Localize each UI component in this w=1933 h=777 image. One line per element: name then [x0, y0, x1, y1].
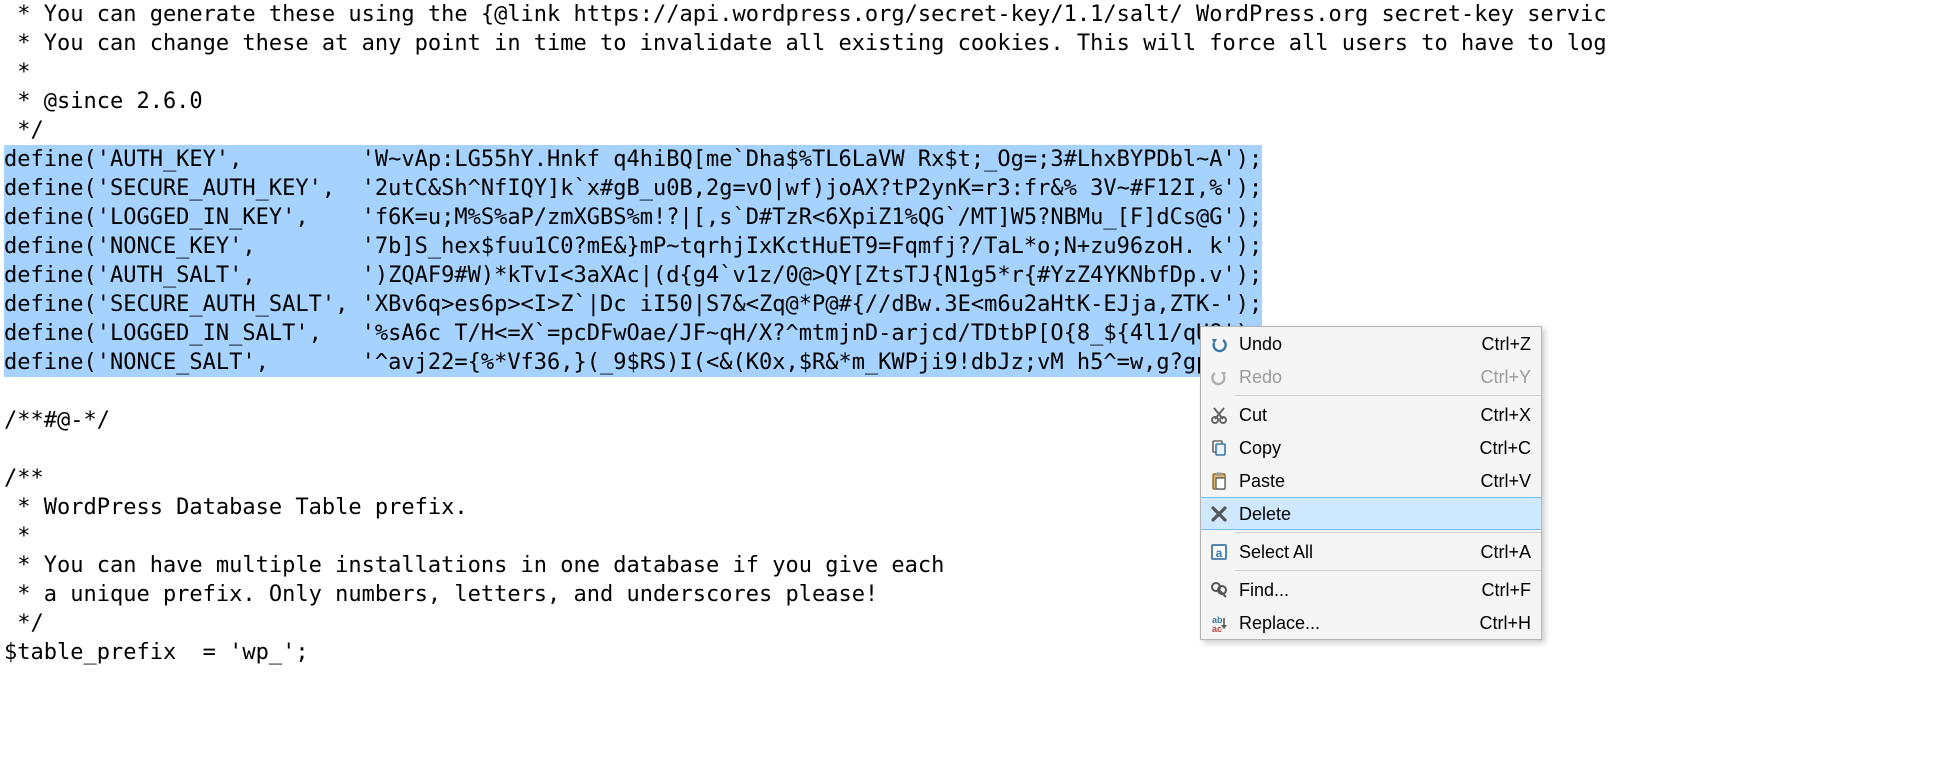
context-menu-label: Redo	[1239, 366, 1472, 388]
undo-icon	[1207, 332, 1231, 356]
code-line-selected[interactable]: define('AUTH_SALT', ')ZQAF9#W)*kTvI<3aXA…	[0, 261, 1933, 290]
code-line-selected[interactable]: define('SECURE_AUTH_SALT', 'XBv6q>es6p><…	[0, 290, 1933, 319]
context-menu-separator	[1235, 395, 1541, 396]
code-line[interactable]: $table_prefix = 'wp_';	[0, 638, 1933, 667]
context-menu-label: Replace...	[1239, 612, 1471, 634]
context-menu-shortcut: Ctrl+C	[1479, 437, 1531, 459]
context-menu-item-paste[interactable]: Paste Ctrl+V	[1201, 464, 1541, 497]
context-menu-label: Select All	[1239, 541, 1472, 563]
context-menu-label: Undo	[1239, 333, 1474, 355]
code-line-selected[interactable]: define('NONCE_SALT', '^avj22={%*Vf36,}(_…	[0, 348, 1933, 377]
code-line[interactable]: * WordPress Database Table prefix.	[0, 493, 1933, 522]
code-line[interactable]: * You can have multiple installations in…	[0, 551, 1933, 580]
context-menu-label: Find...	[1239, 579, 1474, 601]
context-menu-label: Delete	[1239, 503, 1523, 525]
context-menu-item-cut[interactable]: Cut Ctrl+X	[1201, 398, 1541, 431]
context-menu-item-find[interactable]: Find... Ctrl+F	[1201, 573, 1541, 606]
code-line[interactable]: * You can change these at any point in t…	[0, 29, 1933, 58]
select-all-icon: a	[1207, 540, 1231, 564]
cut-icon	[1207, 403, 1231, 427]
code-line-selected[interactable]: define('NONCE_KEY', '7b]S_hex$fuu1C0?mE&…	[0, 232, 1933, 261]
code-line[interactable]: *	[0, 58, 1933, 87]
context-menu-shortcut: Ctrl+H	[1479, 612, 1531, 634]
context-menu-shortcut: Ctrl+F	[1482, 579, 1532, 601]
context-menu-label: Paste	[1239, 470, 1472, 492]
context-menu-shortcut: Ctrl+Z	[1482, 333, 1532, 355]
context-menu-item-copy[interactable]: Copy Ctrl+C	[1201, 431, 1541, 464]
code-line-selected[interactable]: define('LOGGED_IN_KEY', 'f6K=u;M%S%aP/zm…	[0, 203, 1933, 232]
redo-icon	[1207, 365, 1231, 389]
context-menu-separator	[1235, 532, 1541, 533]
code-line-selected[interactable]: define('SECURE_AUTH_KEY', '2utC&Sh^NfIQY…	[0, 174, 1933, 203]
context-menu-item-replace[interactable]: abac Replace... Ctrl+H	[1201, 606, 1541, 639]
code-line-selected[interactable]: define('AUTH_KEY', 'W~vAp:LG55hY.Hnkf q4…	[0, 145, 1933, 174]
paste-icon	[1207, 469, 1231, 493]
context-menu[interactable]: Undo Ctrl+Z Redo Ctrl+Y Cut Ctrl+X Copy Ctrl+C P…	[1200, 326, 1542, 640]
code-line[interactable]	[0, 435, 1933, 464]
code-line[interactable]: */	[0, 116, 1933, 145]
code-line[interactable]: * You can generate these using the {@lin…	[0, 0, 1933, 29]
context-menu-item-delete[interactable]: Delete	[1201, 497, 1541, 530]
svg-text:a: a	[1216, 546, 1223, 560]
context-menu-separator	[1235, 570, 1541, 571]
code-line[interactable]	[0, 377, 1933, 406]
find-icon	[1207, 578, 1231, 602]
context-menu-item-redo: Redo Ctrl+Y	[1201, 360, 1541, 393]
context-menu-shortcut: Ctrl+X	[1480, 404, 1531, 426]
context-menu-item-undo[interactable]: Undo Ctrl+Z	[1201, 327, 1541, 360]
code-line[interactable]: * a unique prefix. Only numbers, letters…	[0, 580, 1933, 609]
context-menu-shortcut: Ctrl+A	[1480, 541, 1531, 563]
context-menu-label: Cut	[1239, 404, 1472, 426]
context-menu-label: Copy	[1239, 437, 1471, 459]
copy-icon	[1207, 436, 1231, 460]
context-menu-item-selectall[interactable]: a Select All Ctrl+A	[1201, 535, 1541, 568]
editor-area[interactable]: * You can generate these using the {@lin…	[0, 0, 1933, 667]
code-line[interactable]: */	[0, 609, 1933, 638]
replace-icon: abac	[1207, 611, 1231, 635]
context-menu-shortcut: Ctrl+V	[1480, 470, 1531, 492]
code-line[interactable]: *	[0, 522, 1933, 551]
code-line[interactable]: /**#@-*/	[0, 406, 1933, 435]
code-line[interactable]: * @since 2.6.0	[0, 87, 1933, 116]
code-line[interactable]: /**	[0, 464, 1933, 493]
context-menu-shortcut: Ctrl+Y	[1480, 366, 1531, 388]
svg-text:ac: ac	[1212, 624, 1222, 633]
delete-icon	[1207, 502, 1231, 526]
code-line-selected[interactable]: define('LOGGED_IN_SALT', '%sA6c T/H<=X`=…	[0, 319, 1933, 348]
